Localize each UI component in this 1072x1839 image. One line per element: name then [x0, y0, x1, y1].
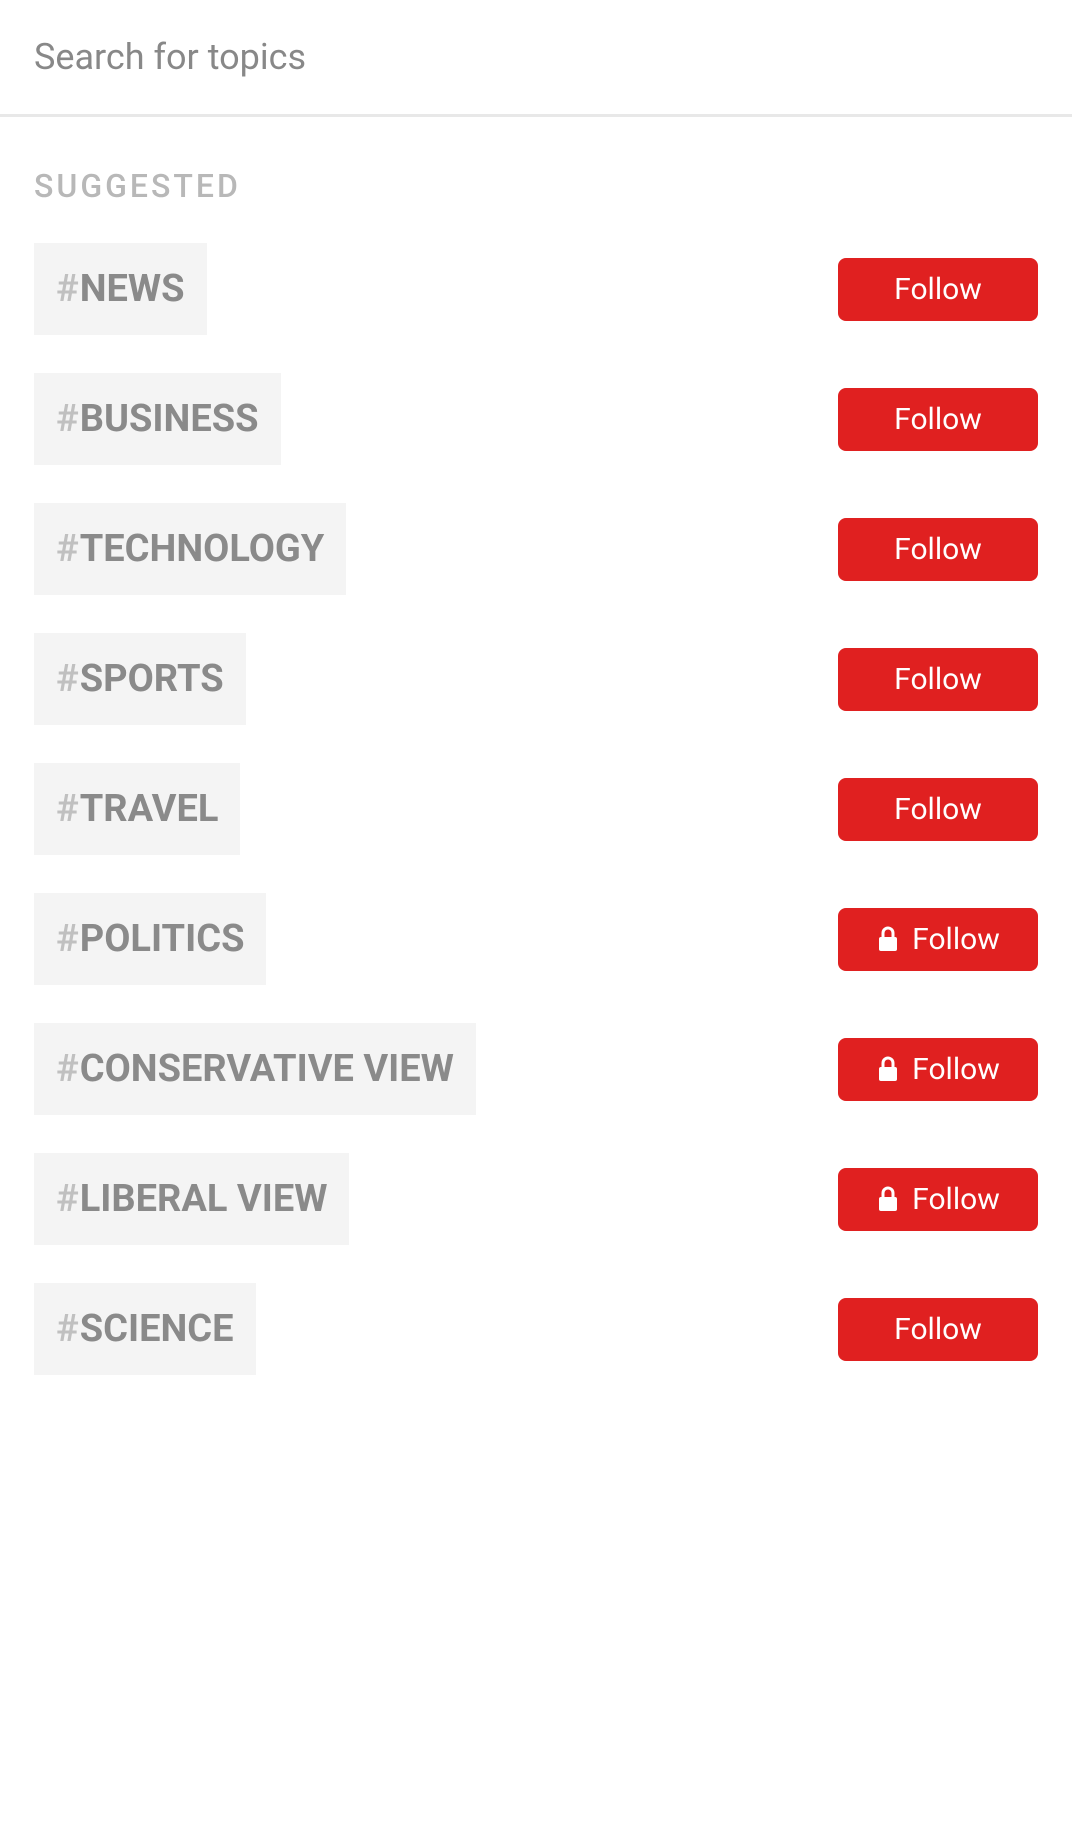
topic-row: #TECHNOLOGY Follow	[34, 503, 1038, 595]
follow-button[interactable]: Follow	[838, 908, 1038, 971]
topic-name: CONSERVATIVE VIEW	[80, 1047, 454, 1091]
follow-button[interactable]: Follow	[838, 1038, 1038, 1101]
topic-tag[interactable]: #BUSINESS	[34, 373, 281, 465]
topic-name: NEWS	[80, 267, 185, 311]
topic-row: #POLITICS Follow	[34, 893, 1038, 985]
hash-symbol: #	[56, 787, 79, 831]
topic-tag[interactable]: #SCIENCE	[34, 1283, 256, 1375]
follow-button-label: Follow	[894, 402, 982, 437]
topic-tag[interactable]: #LIBERAL VIEW	[34, 1153, 349, 1245]
hash-symbol: #	[56, 527, 79, 571]
topic-tag[interactable]: #SPORTS	[34, 633, 246, 725]
follow-button[interactable]: Follow	[838, 648, 1038, 711]
follow-button-label: Follow	[894, 532, 982, 567]
topic-tag[interactable]: #CONSERVATIVE VIEW	[34, 1023, 476, 1115]
follow-button[interactable]: Follow	[838, 778, 1038, 841]
topic-name: SPORTS	[80, 657, 224, 701]
follow-button-label: Follow	[894, 662, 982, 697]
hash-symbol: #	[56, 917, 79, 961]
topic-row: #BUSINESS Follow	[34, 373, 1038, 465]
follow-button[interactable]: Follow	[838, 388, 1038, 451]
topic-name: BUSINESS	[80, 397, 259, 441]
topic-name: LIBERAL VIEW	[80, 1177, 328, 1221]
search-input[interactable]	[34, 36, 1038, 78]
topic-tag[interactable]: #TECHNOLOGY	[34, 503, 346, 595]
hash-symbol: #	[56, 397, 79, 441]
follow-button[interactable]: Follow	[838, 1168, 1038, 1231]
topic-tag[interactable]: #NEWS	[34, 243, 207, 335]
topic-name: TRAVEL	[80, 787, 219, 831]
content-area: SUGGESTED #NEWSFollow#BUSINESSFollow#TEC…	[0, 117, 1072, 1375]
topic-list: #NEWSFollow#BUSINESSFollow#TECHNOLOGYFol…	[34, 243, 1038, 1375]
topic-tag[interactable]: #POLITICS	[34, 893, 266, 985]
follow-button-label: Follow	[894, 272, 982, 307]
follow-button[interactable]: Follow	[838, 258, 1038, 321]
section-header: SUGGESTED	[34, 167, 1038, 205]
topic-row: #NEWS Follow	[34, 243, 1038, 335]
search-container	[0, 0, 1072, 117]
topic-row: #LIBERAL VIEW Follow	[34, 1153, 1038, 1245]
follow-button[interactable]: Follow	[838, 518, 1038, 581]
follow-button-label: Follow	[912, 922, 1000, 957]
topic-row: #SPORTS Follow	[34, 633, 1038, 725]
lock-icon	[876, 926, 900, 952]
follow-button-label: Follow	[894, 1312, 982, 1347]
topic-name: SCIENCE	[80, 1307, 234, 1351]
topic-row: #SCIENCE Follow	[34, 1283, 1038, 1375]
follow-button[interactable]: Follow	[838, 1298, 1038, 1361]
topic-name: POLITICS	[80, 917, 245, 961]
lock-icon	[876, 1186, 900, 1212]
topic-row: #TRAVEL Follow	[34, 763, 1038, 855]
hash-symbol: #	[56, 1047, 79, 1091]
hash-symbol: #	[56, 1307, 79, 1351]
hash-symbol: #	[56, 267, 79, 311]
topic-row: #CONSERVATIVE VIEW Follow	[34, 1023, 1038, 1115]
lock-icon	[876, 1056, 900, 1082]
follow-button-label: Follow	[912, 1052, 1000, 1087]
hash-symbol: #	[56, 657, 79, 701]
topic-name: TECHNOLOGY	[80, 527, 325, 571]
topic-tag[interactable]: #TRAVEL	[34, 763, 240, 855]
hash-symbol: #	[56, 1177, 79, 1221]
follow-button-label: Follow	[912, 1182, 1000, 1217]
follow-button-label: Follow	[894, 792, 982, 827]
